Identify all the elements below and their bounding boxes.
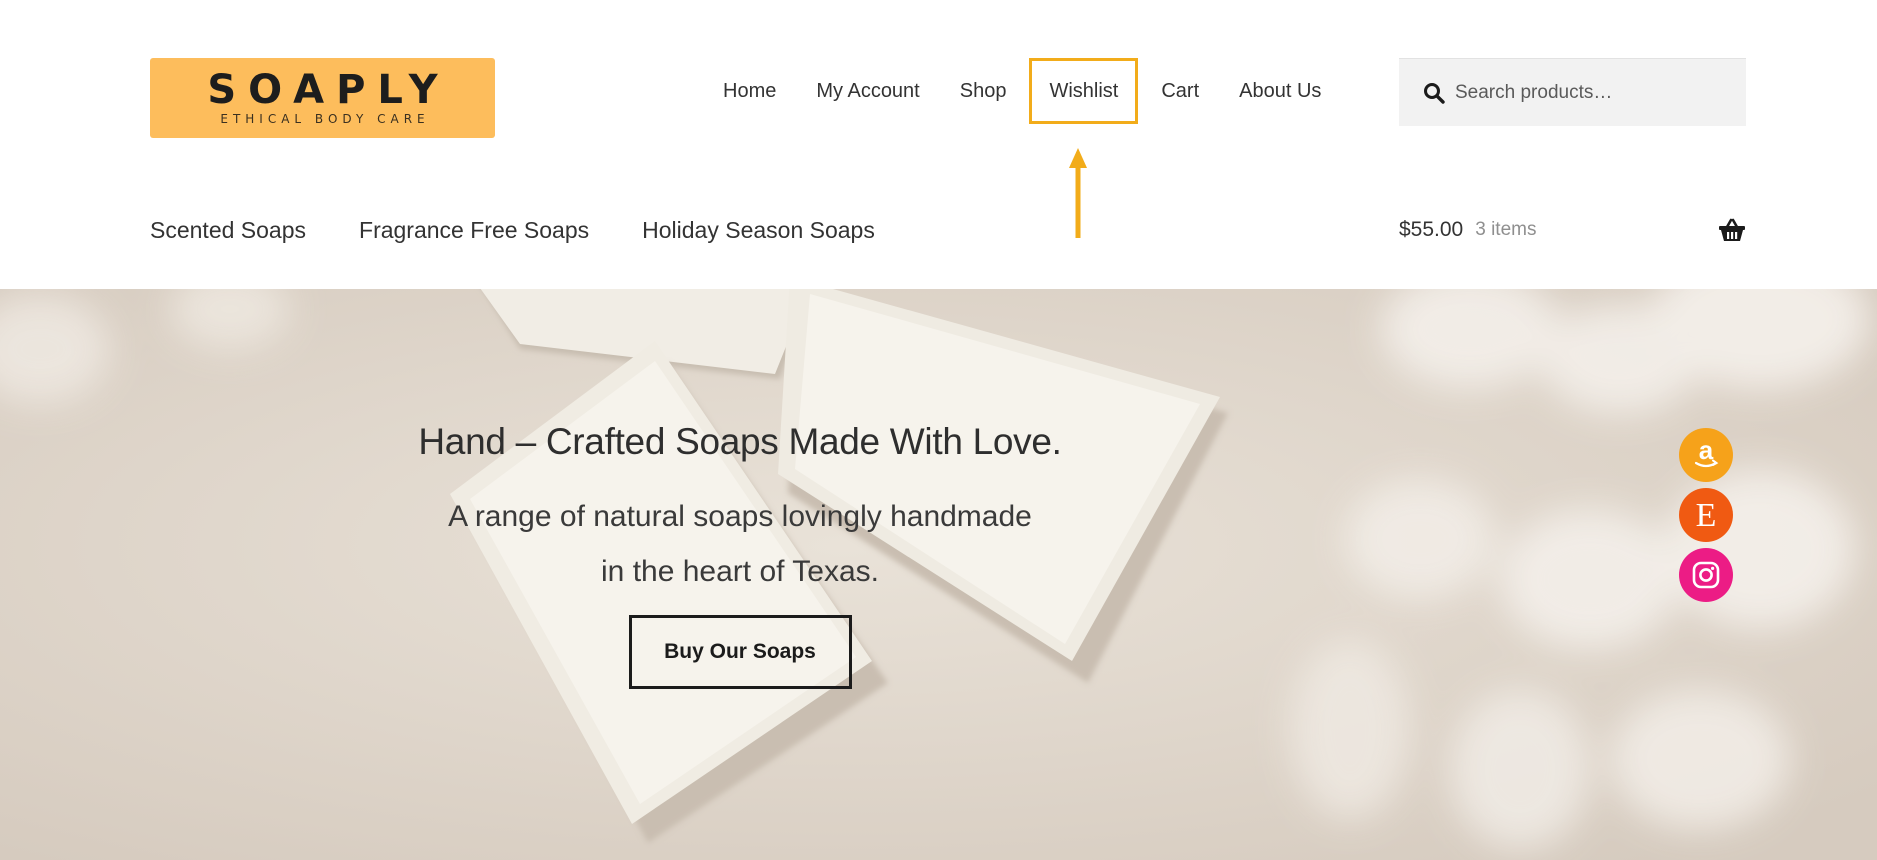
category-fragrance-free-soaps[interactable]: Fragrance Free Soaps — [359, 217, 589, 244]
etsy-icon[interactable]: E — [1679, 488, 1733, 542]
nav-my-account[interactable]: My Account — [796, 58, 939, 124]
basket-icon[interactable] — [1718, 217, 1746, 243]
logo-title: SOAPLY — [207, 67, 450, 113]
hero-description: A range of natural soaps lovingly handma… — [400, 489, 1080, 599]
nav-cart[interactable]: Cart — [1141, 58, 1219, 124]
nav-home[interactable]: Home — [703, 58, 796, 124]
hero-content: Hand – Crafted Soaps Made With Love. A r… — [400, 419, 1080, 689]
cart-amount: $55.00 — [1399, 218, 1464, 241]
svg-text:a: a — [1699, 438, 1714, 465]
site-header: SOAPLY ETHICAL BODY CARE Home My Account… — [0, 0, 1877, 289]
instagram-icon[interactable] — [1679, 548, 1733, 602]
product-search — [1399, 58, 1746, 126]
hero-title: Hand – Crafted Soaps Made With Love. — [418, 421, 1062, 462]
buy-our-soaps-button[interactable]: Buy Our Soaps — [628, 615, 852, 689]
header-cart[interactable]: $55.00 3 items — [1399, 212, 1746, 248]
hero-banner: Hand – Crafted Soaps Made With Love. A r… — [0, 289, 1877, 860]
category-holiday-season-soaps[interactable]: Holiday Season Soaps — [642, 217, 875, 244]
primary-nav: Home My Account Shop Wishlist Cart About… — [703, 58, 1341, 124]
site-logo[interactable]: SOAPLY ETHICAL BODY CARE — [150, 58, 495, 138]
category-nav: Scented Soaps Fragrance Free Soaps Holid… — [150, 212, 928, 248]
annotation-arrow-icon — [1069, 148, 1087, 238]
svg-text:E: E — [1696, 498, 1717, 532]
amazon-icon[interactable]: a — [1679, 428, 1733, 482]
logo-tagline: ETHICAL BODY CARE — [220, 112, 430, 126]
nav-wishlist[interactable]: Wishlist — [1029, 58, 1139, 124]
hero-description-line1: A range of natural soaps lovingly handma… — [448, 500, 1032, 533]
search-icon[interactable] — [1421, 80, 1447, 106]
nav-shop[interactable]: Shop — [940, 58, 1027, 124]
category-scented-soaps[interactable]: Scented Soaps — [150, 217, 306, 244]
hero-description-line2: in the heart of Texas. — [601, 555, 879, 588]
cart-item-count: 3 items — [1475, 219, 1537, 240]
search-input[interactable] — [1455, 81, 1735, 104]
nav-about-us[interactable]: About Us — [1219, 58, 1341, 124]
